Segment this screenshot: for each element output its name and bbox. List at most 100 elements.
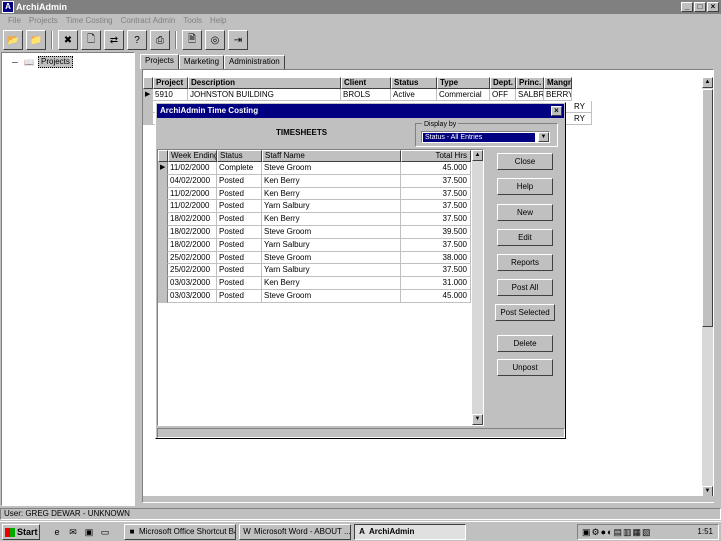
minimize-button[interactable]: _ <box>681 2 693 12</box>
column-header[interactable]: Princ. <box>516 77 544 89</box>
start-button[interactable]: Start <box>2 524 40 540</box>
column-header[interactable]: Mangr <box>544 77 572 89</box>
edit-button[interactable]: Edit <box>497 229 553 246</box>
task-label: Microsoft Word - ABOUT ... <box>254 527 351 536</box>
erase-icon[interactable]: ✖ <box>58 30 78 50</box>
row-selector[interactable] <box>158 277 168 290</box>
row-selector[interactable] <box>158 200 168 214</box>
report-icon[interactable]: 🗎 <box>182 30 202 50</box>
post-selected-button[interactable]: Post Selected <box>495 304 555 321</box>
column-header[interactable]: Week Ending <box>168 150 217 162</box>
table-row[interactable]: 11/02/2000 Posted Yarn Salbury 37.500 <box>158 200 471 214</box>
table-row[interactable]: 03/03/2000 Posted Ken Berry 31.000 <box>158 277 471 290</box>
row-pointer-icon[interactable]: ▶ <box>158 162 168 175</box>
help-pointer-icon[interactable]: ? <box>127 30 147 50</box>
help-button[interactable]: Help <box>497 178 553 195</box>
globe-icon[interactable]: ◎ <box>205 30 225 50</box>
column-header[interactable]: Status <box>217 150 262 162</box>
internet-explorer-icon[interactable]: e <box>50 526 64 538</box>
transfer-icon[interactable]: ⇄ <box>104 30 124 50</box>
reports-button[interactable]: Reports <box>497 254 553 271</box>
post-all-button[interactable]: Post All <box>497 279 553 296</box>
table-cell: 45.000 <box>401 289 471 303</box>
system-tray: ▣⚙●◐▤▥▦▧ 1:51 <box>577 524 719 540</box>
task-office-shortcut-bar[interactable]: ■ Microsoft Office Shortcut Bar <box>124 524 236 540</box>
menu-tools[interactable]: Tools <box>179 14 206 27</box>
folder-arrow-icon[interactable]: 📁 <box>26 30 46 50</box>
row-selector[interactable] <box>158 289 168 303</box>
export-icon[interactable]: ⇥ <box>228 30 248 50</box>
tab-administration[interactable]: Administration <box>224 55 285 69</box>
column-header[interactable]: Project <box>153 77 188 89</box>
table-row[interactable]: 18/02/2000 Posted Ken Berry 37.500 <box>158 213 471 226</box>
table-row[interactable]: 25/02/2000 Posted Yarn Salbury 37.500 <box>158 264 471 278</box>
dialog-close-icon[interactable]: × <box>551 106 562 116</box>
maximize-button[interactable]: □ <box>694 2 706 12</box>
table-cell: 37.500 <box>401 187 471 201</box>
column-header[interactable]: Status <box>391 77 437 89</box>
menu-projects[interactable]: Projects <box>25 14 62 27</box>
row-selector[interactable] <box>158 213 168 226</box>
table-row[interactable]: 18/02/2000 Posted Yarn Salbury 37.500 <box>158 238 471 252</box>
scroll-thumb[interactable] <box>702 89 713 327</box>
chevron-down-icon[interactable]: ▼ <box>538 132 549 142</box>
table-row[interactable]: 18/02/2000 Posted Steve Groom 39.500 <box>158 225 471 239</box>
table-cell: 37.500 <box>401 200 471 214</box>
word-icon: W <box>243 527 251 536</box>
desktop-icon[interactable]: ▭ <box>98 526 112 538</box>
open-folder-icon[interactable]: 📂 <box>3 30 23 50</box>
close-button[interactable]: × <box>707 2 719 12</box>
column-header[interactable]: Dept. <box>490 77 516 89</box>
row-selector[interactable] <box>143 101 153 113</box>
new-document-icon[interactable]: 🗋 <box>81 30 101 50</box>
delete-button[interactable]: Delete <box>497 335 553 352</box>
scroll-down-icon[interactable]: ▼ <box>472 414 483 425</box>
row-selector[interactable] <box>158 174 168 188</box>
projects-vertical-scrollbar[interactable]: ▲ ▼ <box>702 77 713 497</box>
row-selector[interactable] <box>158 264 168 278</box>
task-word[interactable]: W Microsoft Word - ABOUT ... <box>239 524 351 540</box>
tab-projects[interactable]: Projects <box>140 54 179 69</box>
outlook-icon[interactable]: ✉ <box>66 526 80 538</box>
dialog-horizontal-scrollbar[interactable] <box>157 428 565 438</box>
close-button[interactable]: Close <box>497 153 553 170</box>
tree-node-label: Projects <box>38 56 73 68</box>
archiadmin-icon: A <box>359 527 365 536</box>
table-row[interactable]: 04/02/2000 Posted Ken Berry 37.500 <box>158 174 471 188</box>
menu-time-costing[interactable]: Time Costing <box>62 14 117 27</box>
print-icon[interactable]: ⎙ <box>150 30 170 50</box>
scroll-up-icon[interactable]: ▲ <box>472 150 483 161</box>
row-selector[interactable] <box>158 187 168 201</box>
menu-file[interactable]: File <box>4 14 25 27</box>
column-header[interactable]: Total Hrs <box>401 150 471 162</box>
taskbar: Start e ✉ ▣ ▭ ■ Microsoft Office Shortcu… <box>0 521 721 541</box>
row-selector[interactable] <box>158 251 168 265</box>
expand-icon[interactable]: ─ <box>10 58 20 67</box>
menu-contract-admin[interactable]: Contract Admin <box>117 14 180 27</box>
timesheets-grid-body: ▶ 11/02/2000 Complete Steve Groom 45.000 04/0… <box>158 162 471 303</box>
column-header[interactable]: Client <box>341 77 391 89</box>
table-row[interactable]: 25/02/2000 Posted Steve Groom 38.000 <box>158 251 471 265</box>
scroll-up-icon[interactable]: ▲ <box>702 77 713 88</box>
menu-help[interactable]: Help <box>206 14 230 27</box>
display-by-select[interactable]: Status - All Entries ▼ <box>421 131 550 143</box>
table-row[interactable]: ▶ 5910 JOHNSTON BUILDING BROLS Active Co… <box>143 89 572 101</box>
column-header[interactable]: Staff Name <box>262 150 401 162</box>
channels-icon[interactable]: ▣ <box>82 526 96 538</box>
task-archiadmin[interactable]: A ArchiAdmin <box>354 524 466 540</box>
tray-icons[interactable]: ▣⚙●◐▤▥▦▧ <box>582 527 651 538</box>
table-row[interactable]: 03/03/2000 Posted Steve Groom 45.000 <box>158 289 471 303</box>
row-selector[interactable] <box>143 113 153 125</box>
row-selector[interactable] <box>158 238 168 252</box>
table-row[interactable]: ▶ 11/02/2000 Complete Steve Groom 45.000 <box>158 162 471 175</box>
column-header[interactable]: Type <box>437 77 490 89</box>
tree-node-projects[interactable]: ─ 📖 Projects <box>10 56 73 68</box>
new-button[interactable]: New <box>497 204 553 221</box>
table-row[interactable]: 11/02/2000 Posted Ken Berry 37.500 <box>158 187 471 201</box>
unpost-button[interactable]: Unpost <box>497 359 553 376</box>
row-selector[interactable] <box>158 225 168 239</box>
tab-marketing[interactable]: Marketing <box>178 55 225 69</box>
projects-horizontal-scrollbar[interactable] <box>143 496 715 502</box>
column-header[interactable]: Description <box>188 77 341 89</box>
timesheets-vertical-scrollbar[interactable]: ▲ ▼ <box>472 150 483 425</box>
